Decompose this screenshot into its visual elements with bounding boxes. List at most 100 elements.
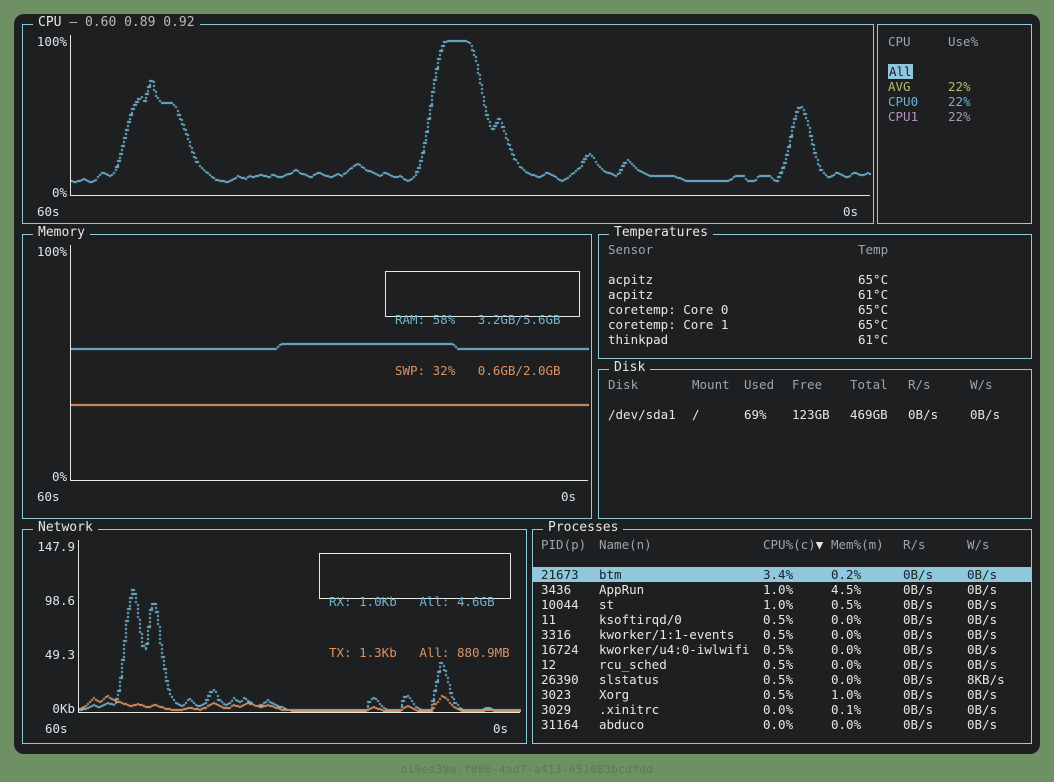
temperatures-col-sensor[interactable]: Sensor [608,242,858,257]
sort-descending-icon: ▼ [816,537,824,552]
processes-col-write[interactable]: W/s [967,537,1031,552]
process-pid: 16724 [533,642,599,657]
process-cpu: 0.0% [763,702,831,717]
table-row[interactable]: acpitz 65°C [608,272,1018,287]
memory-swp-label: SWP: [395,363,425,378]
temperatures-col-temp[interactable]: Temp [858,242,1018,257]
process-pid: 3316 [533,627,599,642]
process-write: 0B/s [967,687,1031,702]
process-mem: 1.0% [831,687,903,702]
table-row[interactable]: coretemp: Core 0 65°C [608,302,1018,317]
temperature-sensor: coretemp: Core 0 [608,302,858,317]
table-row[interactable]: 31164 abduco 0.0% 0.0% 0B/s 0B/s [533,717,1031,732]
cpu-legend-row-cpu0[interactable]: CPU022% [888,94,1023,109]
processes-col-name[interactable]: Name(n) [599,537,763,552]
memory-y-label-min: 0% [27,470,67,483]
process-read: 0B/s [903,672,967,687]
process-pid: 10044 [533,597,599,612]
temperature-value: 61°C [858,332,1018,347]
processes-table[interactable]: PID(p) Name(n) CPU%(c)▼ Mem%(m) R/s W/s … [533,537,1031,732]
disk-total: 469GB [850,407,908,422]
disk-header-row: Disk Mount Used Free Total R/s W/s [608,377,1022,392]
process-mem: 0.5% [831,597,903,612]
process-cpu: 0.5% [763,612,831,627]
process-write: 0B/s [967,582,1031,597]
process-cpu: 0.5% [763,627,831,642]
cpu-legend-row-cpu1[interactable]: CPU122% [888,109,1023,124]
session-watermark: d19ed39a-f806-4ad7-a413-651083bcdfdd [0,763,1054,776]
process-pid: 3436 [533,582,599,597]
processes-spacer-row [533,552,1031,567]
cpu-legend-panel: CPUUse% All AVG22% CPU022% CPU122% [877,24,1032,224]
memory-panel-label: Memory [33,226,90,240]
cpu-legend-gap [888,49,1023,64]
process-read: 0B/s [903,597,967,612]
process-name: st [599,597,763,612]
cpu-legend-list[interactable]: CPUUse% All AVG22% CPU022% CPU122% [888,34,1023,124]
disk-col-write[interactable]: W/s [970,377,1022,392]
process-name: kworker/1:1-events [599,627,763,642]
disk-name: /dev/sda1 [608,407,692,422]
memory-x-label-start: 60s [37,490,60,503]
disk-col-mount[interactable]: Mount [692,377,744,392]
processes-col-mem[interactable]: Mem%(m) [831,537,903,552]
network-title: Network [38,520,93,535]
cpu-legend-name-cpu1: CPU1 [888,109,948,124]
table-row[interactable]: 10044 st 1.0% 0.5% 0B/s 0B/s [533,597,1031,612]
cpu-legend-name-cpu0: CPU0 [888,94,948,109]
table-row[interactable]: 16724 kworker/u4:0-iwlwifi 0.5% 0.0% 0B/… [533,642,1031,657]
table-row[interactable]: 26390 slstatus 0.5% 0.0% 0B/s 8KB/s [533,672,1031,687]
disk-spacer-row [608,392,1022,407]
disk-col-total[interactable]: Total [850,377,908,392]
process-read: 0B/s [903,612,967,627]
processes-col-cpu[interactable]: CPU%(c)▼ [763,537,831,552]
table-row[interactable]: acpitz 61°C [608,287,1018,302]
disk-table: Disk Mount Used Free Total R/s W/s /dev/… [608,377,1022,422]
memory-ram-detail: 3.2GB/5.6GB [478,312,561,327]
temperatures-table: Sensor Temp acpitz 65°C acpitz 61°C [608,242,1018,347]
network-rx-value: 1.0Kb [359,594,397,609]
process-cpu: 0.5% [763,687,831,702]
table-row[interactable]: thinkpad 61°C [608,332,1018,347]
table-row[interactable]: 3316 kworker/1:1-events 0.5% 0.0% 0B/s 0… [533,627,1031,642]
table-row[interactable]: coretemp: Core 1 65°C [608,317,1018,332]
table-row[interactable]: 12 rcu_sched 0.5% 0.0% 0B/s 0B/s [533,657,1031,672]
network-tx-value: 1.3Kb [359,645,397,660]
cpu-x-label-end: 0s [843,205,858,218]
cpu-title: CPU [38,15,61,30]
table-row[interactable]: 3023 Xorg 0.5% 1.0% 0B/s 0B/s [533,687,1031,702]
processes-col-read[interactable]: R/s [903,537,967,552]
temperatures-spacer-row [608,257,1018,272]
network-tx-label: TX: [329,645,352,660]
table-row[interactable]: /dev/sda1 / 69% 123GB 469GB 0B/s 0B/s [608,407,1022,422]
process-mem: 0.0% [831,612,903,627]
cpu-load-separator: — [69,15,77,30]
table-row[interactable]: 11 ksoftirqd/0 0.5% 0.0% 0B/s 0B/s [533,612,1031,627]
cpu-legend-use-cpu1: 22% [948,109,971,124]
table-row[interactable]: 3029 .xinitrc 0.0% 0.1% 0B/s 0B/s [533,702,1031,717]
processes-col-pid[interactable]: PID(p) [533,537,599,552]
table-row[interactable]: 3436 AppRun 1.0% 4.5% 0B/s 0B/s [533,582,1031,597]
disk-col-free[interactable]: Free [792,377,850,392]
network-panel-label: Network [33,521,98,535]
process-write: 0B/s [967,657,1031,672]
disk-col-read[interactable]: R/s [908,377,970,392]
disk-col-disk[interactable]: Disk [608,377,692,392]
temperatures-panel: Temperatures Sensor Temp acpitz 65°C [598,234,1032,359]
memory-swp-percent: 32% [433,363,456,378]
cpu-legend-name-avg: AVG [888,79,948,94]
cpu-legend-row-all[interactable]: All [888,64,1023,79]
temperature-value: 61°C [858,287,1018,302]
process-read: 0B/s [903,642,967,657]
cpu-legend-row-avg[interactable]: AVG22% [888,79,1023,94]
process-write: 0B/s [967,597,1031,612]
process-pid: 26390 [533,672,599,687]
process-pid: 3023 [533,687,599,702]
process-cpu: 1.0% [763,582,831,597]
process-pid: 3029 [533,702,599,717]
temperature-sensor: acpitz [608,272,858,287]
memory-title: Memory [38,225,85,240]
table-row[interactable]: 21673 btm 3.4% 0.2% 0B/s 0B/s [533,567,1031,582]
disk-col-used[interactable]: Used [744,377,792,392]
temperature-sensor: coretemp: Core 1 [608,317,858,332]
